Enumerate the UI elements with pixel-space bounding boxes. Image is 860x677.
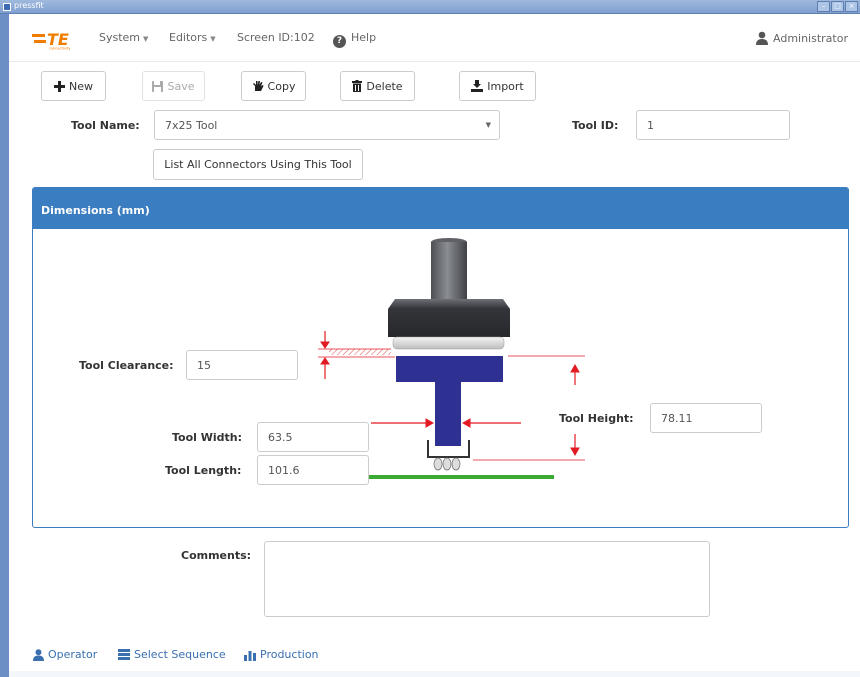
window-controls: – □ × xyxy=(816,1,858,12)
maximize-icon[interactable]: □ xyxy=(831,1,844,12)
user-icon xyxy=(756,31,768,45)
brand-subtext: connectivity xyxy=(49,47,70,51)
tool-id-value: 1 xyxy=(647,118,654,132)
app-icon xyxy=(3,3,11,11)
tool-height-value: 78.11 xyxy=(661,411,693,425)
close-icon[interactable]: × xyxy=(845,1,858,12)
operator-link[interactable]: Operator xyxy=(33,648,97,661)
clearance-hatch xyxy=(329,349,391,355)
trash-icon xyxy=(352,80,363,92)
tool-height-field[interactable]: 78.11 xyxy=(650,403,762,433)
tool-id-label: Tool ID: xyxy=(572,119,619,132)
tool-length-value: 101.6 xyxy=(268,463,300,477)
save-button-label: Save xyxy=(167,79,195,93)
tool-width-value: 63.5 xyxy=(268,430,293,444)
list-icon xyxy=(118,649,130,660)
minimize-icon[interactable]: – xyxy=(817,1,830,12)
production-link-label: Production xyxy=(260,648,319,661)
import-button[interactable]: Import xyxy=(459,71,536,101)
copy-button-label: Copy xyxy=(267,79,296,93)
tool-body xyxy=(396,356,503,471)
copy-button[interactable]: Copy xyxy=(241,71,306,101)
comments-label: Comments: xyxy=(181,549,252,562)
window-bottom-frame xyxy=(9,671,860,677)
copy-hand-icon xyxy=(252,80,264,92)
screen-id: Screen ID:102 xyxy=(237,31,315,44)
tool-length-field[interactable]: 101.6 xyxy=(257,455,369,485)
editors-menu[interactable]: Editors ▼ xyxy=(169,31,216,44)
bar-chart-icon xyxy=(244,650,256,661)
pcb-board xyxy=(344,475,554,479)
tool-clearance-value: 15 xyxy=(197,358,211,372)
list-connectors-button[interactable]: List All Connectors Using This Tool xyxy=(153,149,363,180)
new-button[interactable]: New xyxy=(41,71,106,101)
top-navbar: TE connectivity System ▼ Editors ▼ Screen … xyxy=(9,14,860,62)
chevron-down-icon: ▼ xyxy=(485,121,491,129)
tool-clearance-field[interactable]: 15 xyxy=(186,350,298,380)
help-label: Help xyxy=(351,31,377,44)
floppy-disk-icon xyxy=(152,80,164,92)
chevron-down-icon: ▼ xyxy=(210,35,216,43)
window-left-frame xyxy=(0,14,9,677)
user-menu[interactable]: Administrator xyxy=(755,31,848,45)
tool-width-field[interactable]: 63.5 xyxy=(257,422,369,452)
import-icon xyxy=(471,80,484,92)
plus-icon xyxy=(54,80,65,92)
te-logo[interactable]: TE connectivity xyxy=(32,30,84,50)
list-connectors-label: List All Connectors Using This Tool xyxy=(164,158,352,171)
help-menu[interactable]: ? Help xyxy=(333,31,376,48)
press-ram xyxy=(388,238,510,350)
tool-name-value: 7x25 Tool xyxy=(165,118,218,132)
operator-link-label: Operator xyxy=(48,648,98,661)
editors-menu-label: Editors xyxy=(169,31,208,44)
save-button[interactable]: Save xyxy=(142,71,205,101)
tool-name-label: Tool Name: xyxy=(71,119,140,132)
tool-height-label: Tool Height: xyxy=(559,412,634,425)
dimensions-panel-header: Dimensions (mm) xyxy=(33,188,848,229)
user-name: Administrator xyxy=(773,32,848,45)
system-menu[interactable]: System ▼ xyxy=(99,31,148,44)
help-icon: ? xyxy=(333,35,346,48)
chevron-down-icon: ▼ xyxy=(143,35,149,43)
new-button-label: New xyxy=(69,79,93,93)
system-menu-label: System xyxy=(99,31,141,44)
window-title: pressfit xyxy=(14,1,44,10)
delete-button-label: Delete xyxy=(366,79,403,93)
import-button-label: Import xyxy=(487,79,524,93)
dimensions-title: Dimensions (mm) xyxy=(41,204,150,217)
user-icon xyxy=(33,648,44,661)
window-titlebar: pressfit – □ × xyxy=(0,0,860,14)
tool-clearance-label: Tool Clearance: xyxy=(79,359,174,372)
select-sequence-link-label: Select Sequence xyxy=(134,648,226,661)
tool-width-label: Tool Width: xyxy=(172,431,243,444)
delete-button[interactable]: Delete xyxy=(340,71,415,101)
production-link[interactable]: Production xyxy=(244,648,319,661)
tool-name-select[interactable]: 7x25 Tool ▼ xyxy=(154,110,500,140)
dimensions-panel: Dimensions (mm) xyxy=(32,187,849,528)
comments-textarea[interactable] xyxy=(264,541,710,617)
tool-length-label: Tool Length: xyxy=(165,464,242,477)
select-sequence-link[interactable]: Select Sequence xyxy=(118,648,226,661)
tool-id-field[interactable]: 1 xyxy=(636,110,790,140)
press-tool-diagram xyxy=(318,238,585,479)
